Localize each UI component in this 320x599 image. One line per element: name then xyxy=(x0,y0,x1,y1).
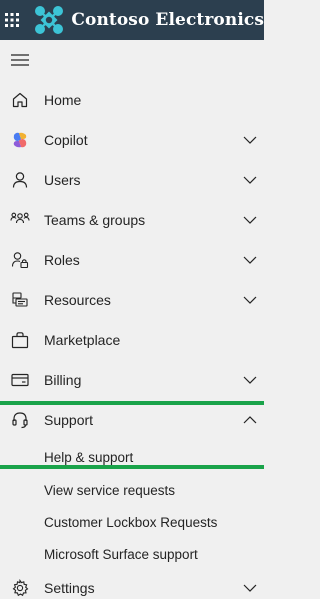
app-launcher-button[interactable] xyxy=(0,0,24,40)
chevron-down-icon xyxy=(242,252,258,268)
subnav-label: View service requests xyxy=(44,482,176,498)
nav-item-marketplace[interactable]: Marketplace xyxy=(0,320,264,360)
nav-item-roles[interactable]: Roles xyxy=(0,240,264,280)
user-icon xyxy=(10,170,30,190)
resources-icon xyxy=(10,290,30,310)
nav-item-support[interactable]: Support xyxy=(0,400,264,440)
chevron-up-icon xyxy=(242,412,258,428)
people-team-icon xyxy=(10,210,30,230)
chevron-down-icon xyxy=(242,212,258,228)
subnav-label: Customer Lockbox Requests xyxy=(44,514,218,530)
highlight-line-bottom xyxy=(0,465,264,469)
chevron-down-icon xyxy=(242,372,258,388)
nav-label-copilot: Copilot xyxy=(44,132,88,148)
nav-label-resources: Resources xyxy=(44,292,111,308)
subnav-item-surface-support[interactable]: Microsoft Surface support xyxy=(0,538,264,570)
nav-label-roles: Roles xyxy=(44,252,80,268)
subnav-item-customer-lockbox[interactable]: Customer Lockbox Requests xyxy=(0,506,264,538)
nav-label-billing: Billing xyxy=(44,372,82,388)
nav-item-billing[interactable]: Billing xyxy=(0,360,264,400)
top-bar: Contoso Electronics xyxy=(0,0,264,40)
subnav-label: Microsoft Surface support xyxy=(44,546,198,562)
shopping-bag-icon xyxy=(10,330,30,350)
subnav-label: Help & support xyxy=(44,449,134,465)
chevron-down-icon xyxy=(242,172,258,188)
credit-card-icon xyxy=(10,370,30,390)
nav-label-home: Home xyxy=(44,92,82,108)
chevron-down-icon xyxy=(242,580,258,596)
chevron-down-icon xyxy=(242,292,258,308)
nav-item-resources[interactable]: Resources xyxy=(0,280,264,320)
waffle-icon xyxy=(5,13,20,27)
nav-label-settings: Settings xyxy=(44,580,95,596)
subnav-item-view-service-requests[interactable]: View service requests xyxy=(0,474,264,506)
brand-name: Contoso Electronics xyxy=(71,10,264,30)
nav-item-settings[interactable]: Settings xyxy=(0,570,264,599)
nav-item-copilot[interactable]: Copilot xyxy=(0,120,264,160)
nav-label-teams-groups: Teams & groups xyxy=(44,212,146,228)
copilot-icon xyxy=(10,130,30,150)
chevron-down-icon xyxy=(242,132,258,148)
nav-item-teams-groups[interactable]: Teams & groups xyxy=(0,200,264,240)
nav-item-home[interactable]: Home xyxy=(0,80,264,120)
gear-icon xyxy=(10,578,30,598)
nav-label-users: Users xyxy=(44,172,81,188)
hamburger-menu-icon xyxy=(11,54,29,66)
nav-label-marketplace: Marketplace xyxy=(44,332,121,348)
contoso-logo-icon xyxy=(34,5,64,35)
nav-item-users[interactable]: Users xyxy=(0,160,264,200)
collapse-nav-button[interactable] xyxy=(0,40,264,80)
home-icon xyxy=(10,90,30,110)
headset-icon xyxy=(10,410,30,430)
nav-label-support: Support xyxy=(44,412,94,428)
person-lock-icon xyxy=(10,250,30,270)
